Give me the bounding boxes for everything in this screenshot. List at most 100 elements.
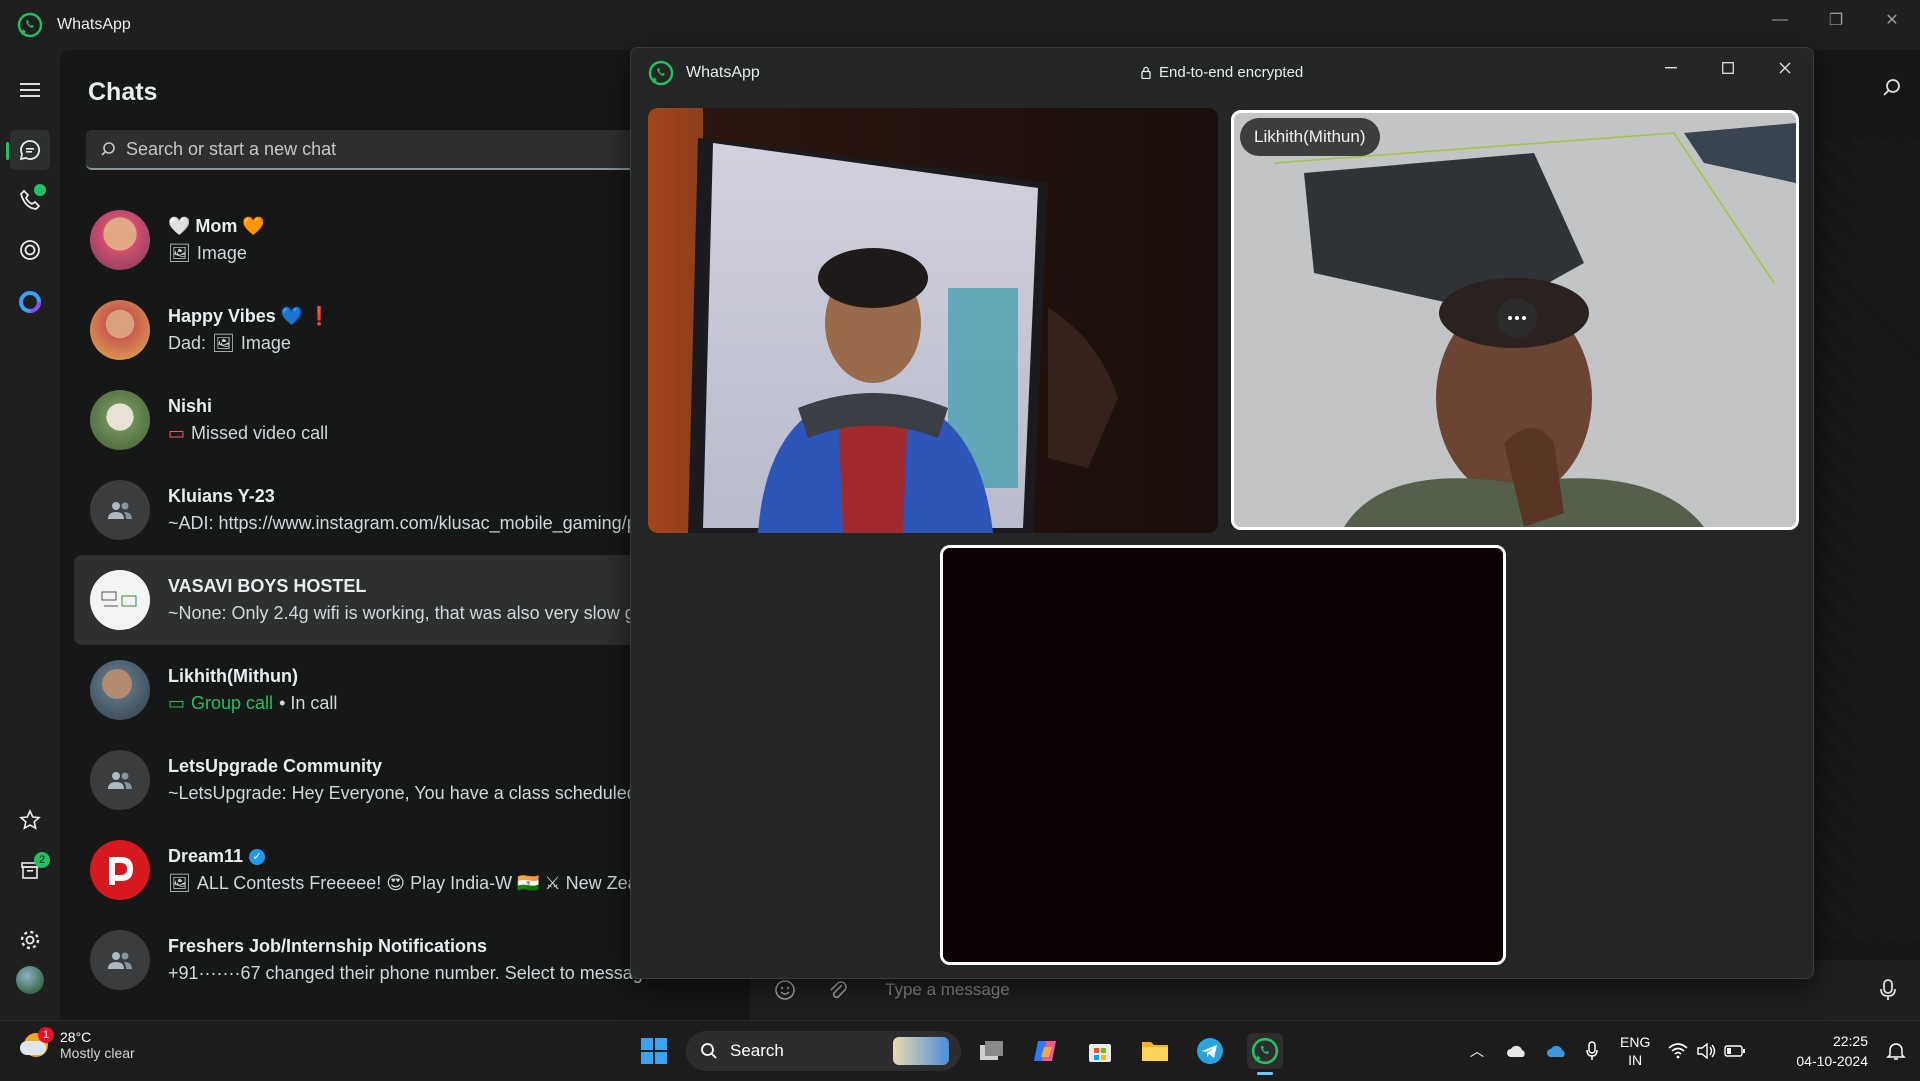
app-titlebar: WhatsApp — ❐ ✕ (0, 0, 1920, 50)
input-language[interactable]: ENG IN (1620, 1033, 1650, 1069)
close-button[interactable]: ✕ (1864, 0, 1920, 40)
call-close-button[interactable] (1756, 48, 1813, 88)
emoji-icon[interactable] (774, 979, 796, 1001)
nav-chats[interactable] (6, 130, 50, 170)
gear-icon (20, 930, 40, 950)
minimize-button[interactable]: — (1752, 0, 1808, 40)
hamburger-icon (20, 83, 40, 97)
chat-preview: +91·······67 changed their phone number.… (168, 963, 653, 983)
image-icon: 🖼 (168, 243, 191, 263)
search-icon (101, 142, 115, 156)
call-minimize-button[interactable] (1642, 48, 1699, 88)
windows-taskbar: 1 28°C Mostly clear Search ︿ ENG IN 22:2… (0, 1020, 1920, 1080)
search-icon (1883, 79, 1900, 96)
verified-badge-icon: ✓ (249, 848, 266, 865)
nav-profile[interactable] (10, 960, 50, 1000)
video-tile-self[interactable] (940, 545, 1506, 965)
nav-meta-ai[interactable] (10, 282, 50, 322)
attach-icon[interactable] (828, 979, 848, 1001)
nav-calls[interactable] (10, 180, 50, 220)
nav-starred[interactable] (10, 800, 50, 840)
video-tile-likhith[interactable]: Likhith(Mithun) (1231, 110, 1799, 530)
avatar (90, 480, 150, 540)
language-code: ENG (1620, 1034, 1651, 1050)
whatsapp-logo-icon (1251, 1037, 1279, 1065)
wifi-icon[interactable] (1668, 1043, 1688, 1059)
copilot-icon (1034, 1041, 1056, 1061)
call-maximize-button[interactable] (1699, 48, 1756, 88)
whatsapp-taskbar-button[interactable] (1247, 1033, 1283, 1075)
restore-button[interactable]: ❐ (1808, 0, 1864, 40)
task-view-button[interactable] (974, 1033, 1010, 1069)
encryption-text: End-to-end encrypted (1159, 64, 1304, 81)
dream11-logo-icon (109, 857, 133, 885)
video-call-icon: ▭ (168, 693, 186, 713)
search-highlight-icon (893, 1037, 949, 1065)
weather-moon-icon: 1 (20, 1027, 54, 1061)
star-icon (19, 809, 41, 830)
video-tile-participant-1[interactable] (648, 108, 1218, 533)
encryption-notice: End-to-end encrypted (1141, 64, 1303, 81)
whatsapp-logo-icon (17, 12, 43, 38)
chat-preview: ~LetsUpgrade: Hey Everyone, You have a c… (168, 783, 647, 803)
menu-button[interactable] (10, 70, 50, 110)
chat-preview: • In call (279, 693, 338, 713)
whatsapp-logo-icon (648, 60, 674, 86)
microsoft-store-button[interactable] (1082, 1033, 1118, 1069)
chat-search-button[interactable] (1882, 78, 1902, 103)
nav-archived[interactable]: 2 (10, 850, 50, 890)
weather-condition: Mostly clear (60, 1045, 135, 1061)
video-feed-3 (943, 548, 1503, 962)
nav-status[interactable] (10, 230, 50, 270)
meta-ai-icon (19, 291, 41, 313)
chats-heading: Chats (88, 78, 158, 106)
search-placeholder: Search or start a new chat (126, 138, 337, 159)
chat-preview: Image (196, 243, 247, 263)
start-button[interactable] (636, 1033, 672, 1069)
microphone-icon[interactable] (1586, 1041, 1598, 1061)
message-input[interactable]: Type a message (885, 980, 1010, 1000)
avatar (90, 840, 150, 900)
chat-preview-sender: Dad: (168, 333, 207, 353)
taskbar-search[interactable]: Search (686, 1031, 961, 1071)
onedrive-icon[interactable] (1506, 1044, 1528, 1058)
notification-bell-icon[interactable] (1886, 1041, 1906, 1061)
chevron-up-icon[interactable]: ︿ (1470, 1041, 1484, 1061)
file-explorer-button[interactable] (1137, 1033, 1173, 1069)
missed-video-icon: ▭ (168, 423, 186, 443)
image-icon: 🖼 (212, 333, 235, 353)
volume-icon[interactable] (1696, 1043, 1716, 1059)
task-view-icon (980, 1041, 1003, 1060)
chat-preview: ALL Contests Freeeee! 😍 Play India-W 🇮🇳 … (196, 873, 652, 893)
calls-notification-dot (34, 184, 46, 196)
avatar (90, 930, 150, 990)
weather-widget[interactable]: 1 28°C Mostly clear (20, 1027, 135, 1061)
avatar (90, 300, 150, 360)
video-feed-1 (648, 108, 1218, 533)
avatar (90, 210, 150, 270)
weather-badge: 1 (38, 1027, 54, 1043)
region-code: IN (1628, 1052, 1643, 1068)
group-icon (108, 952, 132, 969)
microphone-icon[interactable] (1880, 978, 1896, 1002)
battery-icon[interactable] (1724, 1045, 1746, 1057)
folder-icon (1142, 1042, 1168, 1061)
participant-name-chip: Likhith(Mithun) (1240, 118, 1380, 156)
chat-wallpaper (1800, 140, 1920, 940)
chat-preview: ~ADI: https://www.instagram.com/klusac_m… (168, 513, 637, 533)
group-icon (108, 772, 132, 789)
hostel-sketch-icon (101, 591, 137, 607)
archived-count-badge: 2 (34, 852, 50, 868)
copilot-button[interactable] (1028, 1033, 1064, 1069)
avatar (90, 390, 150, 450)
windows-logo-icon (641, 1038, 667, 1064)
clock-time: 22:25 (1832, 1033, 1868, 1049)
clock-date: 04-10-2024 (1796, 1053, 1868, 1069)
nav-settings[interactable] (10, 920, 50, 960)
tile-more-options-button[interactable] (1497, 298, 1537, 338)
onedrive-business-icon[interactable] (1546, 1044, 1568, 1058)
telegram-button[interactable] (1192, 1033, 1228, 1069)
chat-preview: Missed video call (191, 423, 329, 443)
taskbar-clock[interactable]: 22:25 04-10-2024 (1796, 1031, 1868, 1071)
taskbar-search-label: Search (730, 1041, 784, 1060)
